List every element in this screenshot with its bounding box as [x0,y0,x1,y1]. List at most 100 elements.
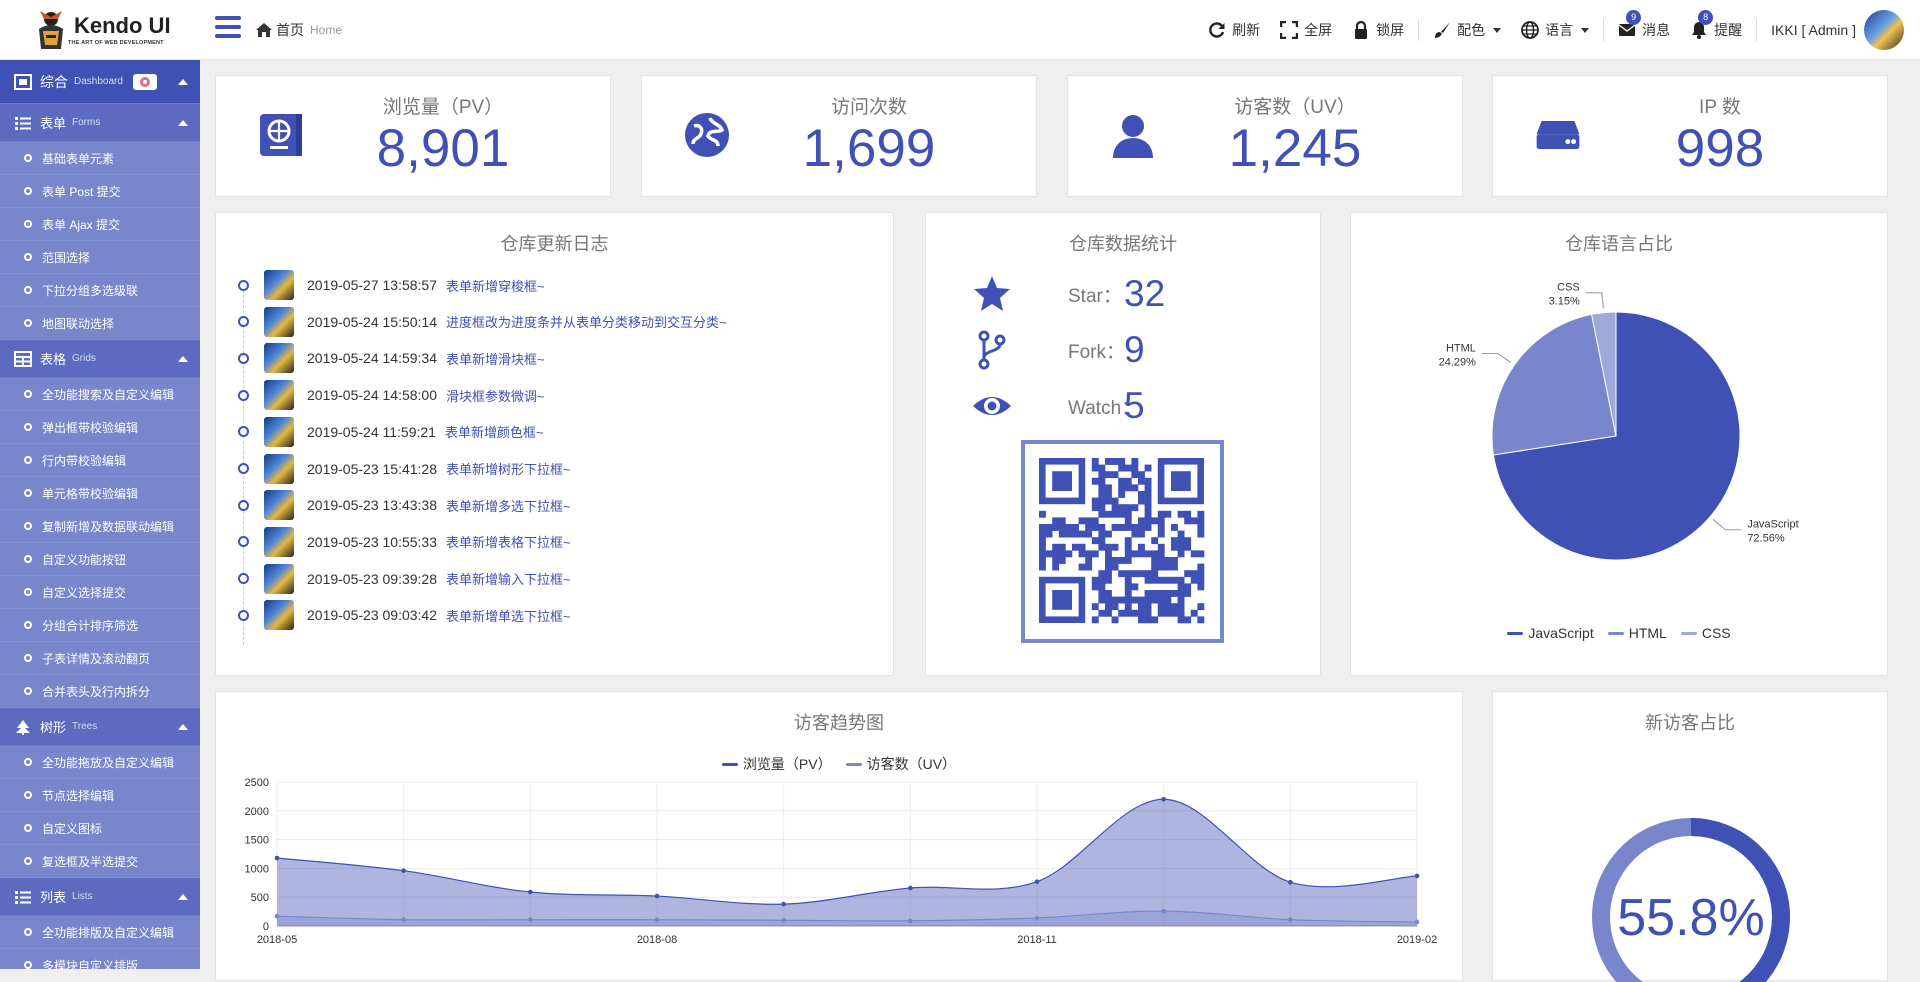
legend-item[interactable]: 访客数（UV） [845,754,956,774]
fork-count: 9 [1124,329,1145,370]
user-menu[interactable]: IKKI [ Admin ] [1761,10,1920,50]
repo-fork: Fork： 9 [972,325,1145,375]
sidebar-item[interactable]: 单元格带校验编辑 [0,477,200,510]
data-point[interactable] [1414,873,1420,879]
data-point[interactable] [654,917,660,922]
entry-message-link[interactable]: 表单新增穿梭框~ [446,276,545,295]
sidebar-item[interactable]: 复制新增及数据联动编辑 [0,510,200,543]
chevron-down-icon [1581,27,1590,33]
chart-title: 访客趋势图 [794,713,884,733]
entry-message-link[interactable]: 表单新增表格下拉框~ [446,532,571,551]
sidebar-item[interactable]: 范围选择 [0,241,200,274]
messages-badge: 9 [1626,10,1642,25]
qr-code[interactable] [1021,440,1224,643]
refresh-button[interactable]: 刷新 [1198,20,1270,40]
breadcrumb[interactable]: 首页 Home [256,20,342,40]
sidebar-group-grids[interactable]: 表格 Grids [0,340,200,378]
breadcrumb-home[interactable]: 首页 [276,20,304,40]
data-point[interactable] [1414,919,1420,925]
entry-message-link[interactable]: 表单新增树形下拉框~ [446,459,571,478]
data-point[interactable] [528,917,533,922]
sidebar-item[interactable]: 子表详情及滚动翻页 [0,642,200,675]
data-point[interactable] [781,901,786,907]
data-point[interactable] [274,855,280,861]
menu-toggle-icon[interactable] [215,16,241,40]
sidebar-item[interactable]: 自定义选择提交 [0,576,200,609]
sidebar-item[interactable]: 自定义图标 [0,812,200,845]
legend-item[interactable]: CSS [1680,625,1731,641]
sidebar-item[interactable]: 分组合计排序筛选 [0,609,200,642]
star-icon [974,276,1010,311]
theme-dropdown[interactable]: 配色 [1423,20,1511,40]
data-point[interactable] [908,885,913,891]
data-point[interactable] [654,893,660,899]
circle-icon [24,187,32,195]
sidebar-group-forms[interactable]: 表单 Forms [0,104,200,142]
data-point[interactable] [1034,915,1040,921]
data-point[interactable] [781,917,786,923]
entry-message-link[interactable]: 表单新增多选下拉框~ [446,496,571,515]
sidebar-group-lists[interactable]: 列表 Lists [0,878,200,916]
entry-message-link[interactable]: 表单新增滑块框~ [446,349,545,368]
avatar [264,526,294,557]
sidebar-item[interactable]: 地图联动选择 [0,307,200,340]
sidebar-item[interactable]: 自定义功能按钮 [0,543,200,576]
sidebar-item[interactable]: 复选框及半选提交 [0,845,200,878]
entry-time: 2019-05-23 10:55:33 [307,533,437,550]
language-dropdown[interactable]: 语言 [1511,20,1599,40]
legend-item[interactable]: HTML [1607,625,1667,641]
messages-button[interactable]: 9 消息 [1608,10,1680,40]
legend-item[interactable]: 浏览量（PV） [721,754,832,774]
x-tick-label: 2018-08 [637,934,677,946]
legend-item[interactable]: JavaScript [1507,625,1594,641]
sidebar-item[interactable]: 全功能搜索及自定义编辑 [0,378,200,411]
sidebar-item[interactable]: 合并表头及行内拆分 [0,675,200,708]
entry-message-link[interactable]: 进度框改为进度条并从表单分类移动到交互分类~ [446,312,727,331]
data-point[interactable] [274,913,280,919]
lock-screen-button[interactable]: 锁屏 [1342,20,1414,40]
sidebar-group-trees[interactable]: 树形 Trees [0,708,200,746]
timeline-dot [238,389,249,401]
legend-swatch [845,762,862,766]
sidebar-item[interactable]: 表单 Post 提交 [0,175,200,208]
data-point[interactable] [908,918,913,924]
data-point[interactable] [401,917,406,922]
sidebar-item[interactable]: 全功能排版及自定义编辑 [0,916,200,949]
timeline-dot [238,609,249,621]
sidebar-item[interactable]: 基础表单元素 [0,142,200,175]
logo[interactable]: Kendo UI THE ART OF WEB DEVELOPMENT [34,6,171,54]
sidebar-item[interactable]: 节点选择编辑 [0,779,200,812]
x-tick-label: 2019-02 [1397,934,1437,946]
data-point[interactable] [401,868,406,874]
avatar [264,416,294,447]
data-point[interactable] [528,889,533,895]
circle-icon [24,621,32,629]
data-point[interactable] [1161,908,1166,914]
reminders-button[interactable]: 8 提醒 [1680,10,1752,40]
sidebar-item[interactable]: 行内带校验编辑 [0,444,200,477]
data-point[interactable] [1288,917,1293,922]
sidebar: 综合 Dashboard 表单 Forms 基础表单元素 表单 Post 提交 表单 A… [0,60,200,969]
entry-time: 2019-05-23 09:39:28 [307,570,437,587]
entry-message-link[interactable]: 表单新增输入下拉框~ [446,569,571,588]
sidebar-item[interactable]: 下拉分组多选级联 [0,274,200,307]
sidebar-item-dashboard[interactable]: 综合 Dashboard [0,60,200,104]
pie-label-value: 3.15% [1549,296,1580,308]
sidebar-item[interactable]: 表单 Ajax 提交 [0,208,200,241]
fullscreen-button[interactable]: 全屏 [1270,20,1342,40]
data-point[interactable] [1161,796,1166,802]
sidebar-item[interactable]: 弹出框带校验编辑 [0,411,200,444]
data-point[interactable] [1288,879,1293,885]
toolbar-divider [1418,19,1420,41]
entry-message-link[interactable]: 滑块框参数微调~ [446,386,545,405]
sidebar-item[interactable]: 全功能拖放及自定义编辑 [0,746,200,779]
expand-icon [1280,21,1299,39]
entry-message-link[interactable]: 表单新增颜色框~ [445,422,544,441]
changelog-card: 仓库更新日志 2019-05-27 13:58:57 表单新增穿梭框~ 2019-0… [215,212,894,676]
entry-message-link[interactable]: 表单新增单选下拉框~ [446,606,571,625]
sidebar-item[interactable]: 多模块自定义排版 [0,949,200,969]
circle-icon [24,687,32,695]
list-icon [15,890,31,904]
circle-icon [24,791,32,799]
data-point[interactable] [1034,879,1040,884]
